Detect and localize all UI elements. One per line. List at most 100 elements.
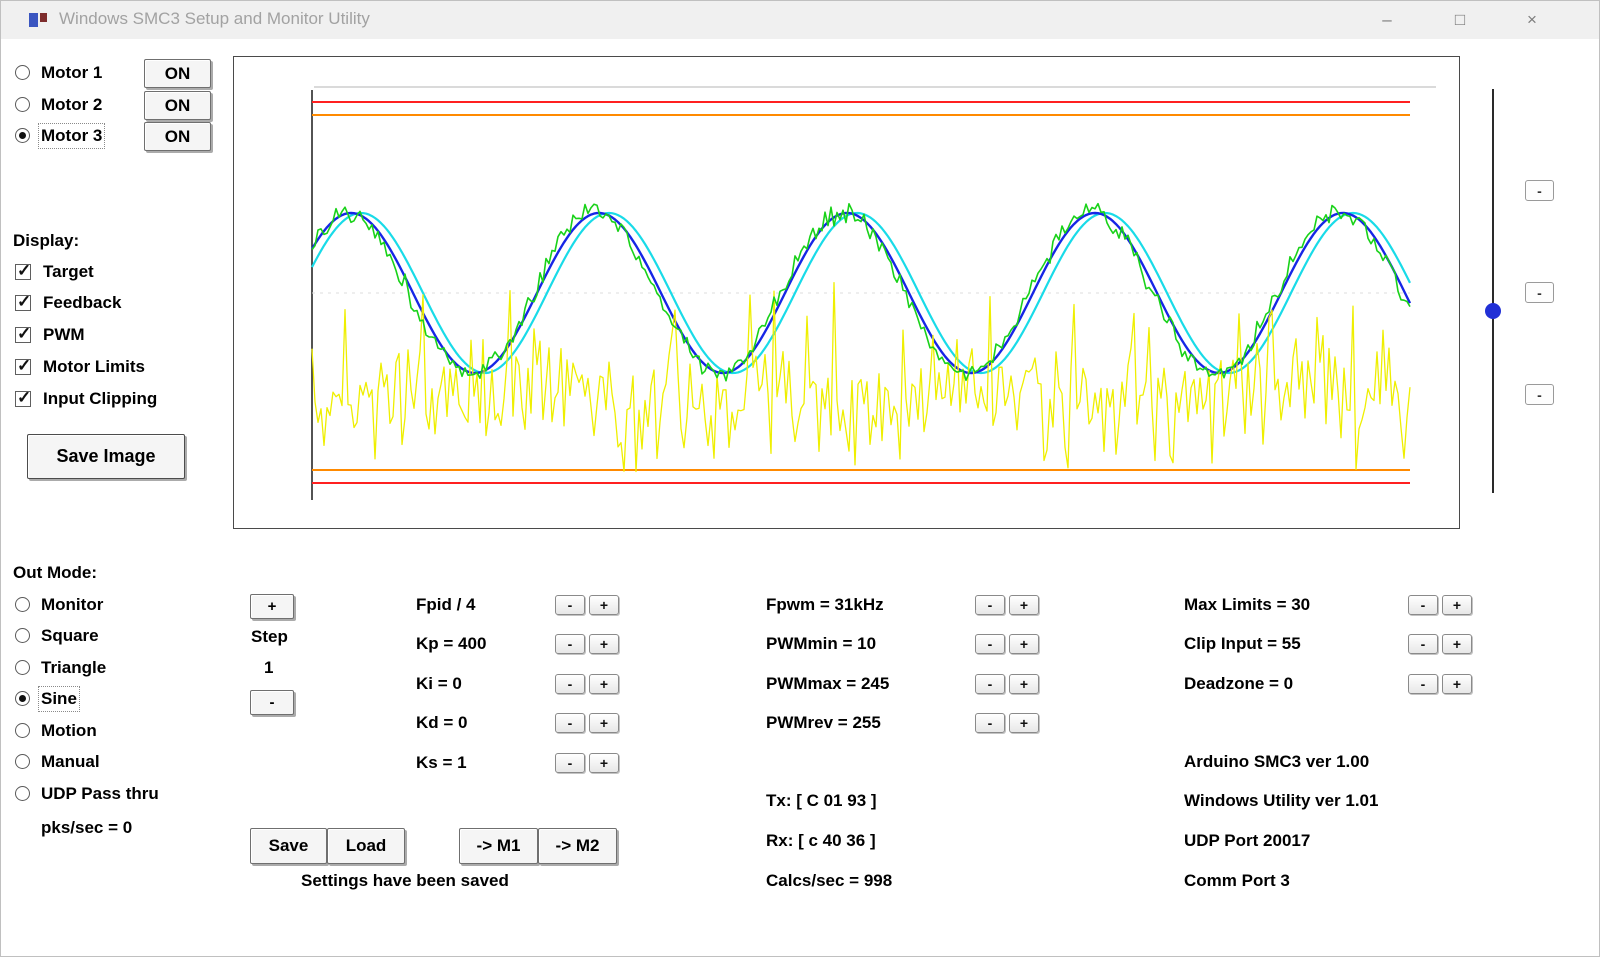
- send-m1-button[interactable]: -> M1: [459, 828, 538, 864]
- pwm-checkbox[interactable]: [15, 327, 31, 343]
- step-plus-button[interactable]: +: [250, 594, 294, 619]
- ks-label: Ks = 1: [416, 753, 551, 773]
- clip-input-minus-button[interactable]: -: [1408, 634, 1438, 654]
- scale-minus-bottom-button[interactable]: -: [1525, 384, 1554, 405]
- settings-status: Settings have been saved: [301, 871, 509, 891]
- kd-plus-button[interactable]: +: [589, 713, 619, 733]
- rx-status: Rx: [ c 40 36 ]: [766, 831, 876, 851]
- comm-port-label: Comm Port 3: [1184, 871, 1290, 891]
- out-mode-udp-radio[interactable]: [15, 786, 30, 801]
- ki-label: Ki = 0: [416, 674, 551, 694]
- pwmmin-minus-button[interactable]: -: [975, 634, 1005, 654]
- pwmmin-row: PWMmin = 10 - +: [766, 625, 1039, 665]
- scale-minus-middle-button[interactable]: -: [1525, 282, 1554, 303]
- motor-1-radio[interactable]: [15, 65, 30, 80]
- fpid-plus-button[interactable]: +: [589, 595, 619, 615]
- pwm-params-column: Fpwm = 31kHz - + PWMmin = 10 - + PWMmax …: [766, 585, 1039, 743]
- slider-thumb[interactable]: [1485, 303, 1501, 319]
- deadzone-plus-button[interactable]: +: [1442, 674, 1472, 694]
- input-clipping-checkbox[interactable]: [15, 391, 31, 407]
- step-minus-button[interactable]: -: [250, 690, 294, 715]
- pks-per-sec-label: pks/sec = 0: [41, 818, 132, 838]
- maximize-button[interactable]: □: [1429, 1, 1491, 39]
- pwmmax-plus-button[interactable]: +: [1009, 674, 1039, 694]
- ki-minus-button[interactable]: -: [555, 674, 585, 694]
- save-image-button[interactable]: Save Image: [27, 434, 185, 479]
- fpid-label: Fpid / 4: [416, 595, 551, 615]
- load-button[interactable]: Load: [327, 828, 405, 864]
- feedback-checkbox[interactable]: [15, 295, 31, 311]
- app-window: Windows SMC3 Setup and Monitor Utility –…: [0, 0, 1600, 957]
- pwmrev-plus-button[interactable]: +: [1009, 713, 1039, 733]
- pwmrev-row: PWMrev = 255 - +: [766, 704, 1039, 744]
- feedback-checkbox-label: Feedback: [43, 293, 121, 313]
- motor-limits-checkbox[interactable]: [15, 359, 31, 375]
- fpwm-label: Fpwm = 31kHz: [766, 595, 971, 615]
- kp-plus-button[interactable]: +: [589, 634, 619, 654]
- pwmmax-label: PWMmax = 245: [766, 674, 971, 694]
- target-checkbox-label: Target: [43, 262, 94, 282]
- motor-2-on-button[interactable]: ON: [144, 91, 211, 120]
- out-mode-monitor-radio[interactable]: [15, 597, 30, 612]
- pid-params-column: Fpid / 4 - + Kp = 400 - + Ki = 0 - + Kd …: [416, 585, 619, 783]
- pwm-checkbox-label: PWM: [43, 325, 85, 345]
- utility-version-label: Windows Utility ver 1.01: [1184, 791, 1378, 811]
- out-mode-manual-radio[interactable]: [15, 754, 30, 769]
- step-value: 1: [264, 658, 273, 678]
- max-limits-minus-button[interactable]: -: [1408, 595, 1438, 615]
- out-mode-triangle-radio[interactable]: [15, 660, 30, 675]
- max-limits-row: Max Limits = 30 - +: [1184, 585, 1472, 625]
- deadzone-minus-button[interactable]: -: [1408, 674, 1438, 694]
- out-mode-manual-label: Manual: [41, 752, 100, 772]
- out-mode-square-radio[interactable]: [15, 628, 30, 643]
- pwmmin-plus-button[interactable]: +: [1009, 634, 1039, 654]
- scope-traces: [234, 57, 1459, 528]
- out-mode-motion-radio[interactable]: [15, 723, 30, 738]
- out-mode-monitor-label: Monitor: [41, 595, 103, 615]
- clip-input-label: Clip Input = 55: [1184, 634, 1404, 654]
- kp-minus-button[interactable]: -: [555, 634, 585, 654]
- ks-row: Ks = 1 - +: [416, 743, 619, 783]
- minimize-button[interactable]: –: [1356, 1, 1418, 39]
- scale-slider-track[interactable]: [1492, 89, 1494, 493]
- fpwm-plus-button[interactable]: +: [1009, 595, 1039, 615]
- limit-params-column: Max Limits = 30 - + Clip Input = 55 - + …: [1184, 585, 1472, 704]
- clip-input-plus-button[interactable]: +: [1442, 634, 1472, 654]
- calcs-status: Calcs/sec = 998: [766, 871, 892, 891]
- oscilloscope-chart: [233, 56, 1460, 529]
- save-button[interactable]: Save: [250, 828, 327, 864]
- kd-row: Kd = 0 - +: [416, 704, 619, 744]
- window-title: Windows SMC3 Setup and Monitor Utility: [59, 9, 370, 29]
- fpwm-minus-button[interactable]: -: [975, 595, 1005, 615]
- scale-minus-top-button[interactable]: -: [1525, 180, 1554, 201]
- ks-plus-button[interactable]: +: [589, 753, 619, 773]
- close-button[interactable]: ×: [1501, 1, 1563, 39]
- fpid-minus-button[interactable]: -: [555, 595, 585, 615]
- app-icon: [29, 11, 48, 29]
- ks-minus-button[interactable]: -: [555, 753, 585, 773]
- kd-minus-button[interactable]: -: [555, 713, 585, 733]
- pwmrev-label: PWMrev = 255: [766, 713, 971, 733]
- pwmmax-minus-button[interactable]: -: [975, 674, 1005, 694]
- out-mode-sine-radio[interactable]: [15, 691, 30, 706]
- motor-1-label: Motor 1: [41, 63, 102, 83]
- send-m2-button[interactable]: -> M2: [538, 828, 617, 864]
- target-checkbox[interactable]: [15, 264, 31, 280]
- motor-3-on-button[interactable]: ON: [144, 122, 211, 151]
- max-limits-label: Max Limits = 30: [1184, 595, 1404, 615]
- motor-1-on-button[interactable]: ON: [144, 59, 211, 88]
- max-limits-plus-button[interactable]: +: [1442, 595, 1472, 615]
- out-mode-udp-label: UDP Pass thru: [41, 784, 159, 804]
- motor-2-radio[interactable]: [15, 97, 30, 112]
- input-clipping-checkbox-label: Input Clipping: [43, 389, 157, 409]
- out-mode-motion-label: Motion: [41, 721, 97, 741]
- arduino-version-label: Arduino SMC3 ver 1.00: [1184, 752, 1369, 772]
- motor-2-label: Motor 2: [41, 95, 102, 115]
- pwmrev-minus-button[interactable]: -: [975, 713, 1005, 733]
- motor-3-label: Motor 3: [41, 126, 102, 146]
- motor-3-radio[interactable]: [15, 128, 30, 143]
- fpid-row: Fpid / 4 - +: [416, 585, 619, 625]
- ki-plus-button[interactable]: +: [589, 674, 619, 694]
- out-mode-heading: Out Mode:: [13, 563, 97, 583]
- udp-port-label: UDP Port 20017: [1184, 831, 1310, 851]
